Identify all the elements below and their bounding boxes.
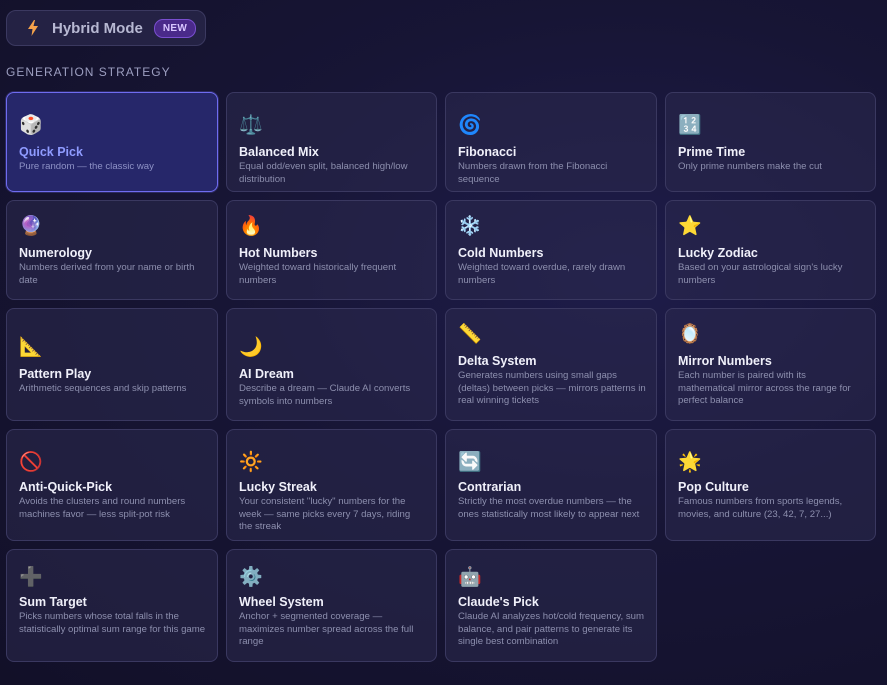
dice-icon: 🎲 bbox=[19, 115, 43, 136]
strategy-card-title: Numerology bbox=[19, 246, 92, 260]
strategy-card-title: Lucky Zodiac bbox=[678, 246, 758, 260]
strategy-card-contrarian[interactable]: 🔄 Contrarian Strictly the most overdue num… bbox=[445, 429, 657, 541]
strategy-card-description: Your consistent "lucky" numbers for the … bbox=[239, 496, 411, 532]
strategy-card-title: Fibonacci bbox=[458, 145, 517, 159]
strategy-card-title: Claude's Pick bbox=[458, 595, 539, 609]
strategy-card-description: Pure random — the classic way bbox=[19, 161, 154, 172]
strategy-card-title: Lucky Streak bbox=[239, 480, 317, 494]
crystal-ball-icon: 🔮 bbox=[19, 216, 43, 237]
strategy-card-description: Arithmetic sequences and skip patterns bbox=[19, 383, 187, 394]
strategy-card-mirror-numbers[interactable]: 🪞 Mirror Numbers Each number is paired wit… bbox=[665, 308, 876, 421]
ruler-icon: 📏 bbox=[458, 324, 482, 345]
strategy-card-anti-quick-pick[interactable]: 🚫 Anti-Quick-Pick Avoids the clusters and … bbox=[6, 429, 218, 541]
hybrid-mode-toggle[interactable]: Hybrid Mode NEW bbox=[6, 10, 206, 46]
strategy-card-ai-dream[interactable]: 🌙 AI Dream Describe a dream — Claude AI co… bbox=[226, 308, 437, 421]
strategy-card-description: Picks numbers whose total falls in the s… bbox=[19, 611, 206, 635]
strategy-card-wheel-system[interactable]: ⚙️ Wheel System Anchor + segmented coverag… bbox=[226, 549, 437, 662]
strategy-card-fibonacci[interactable]: 🌀 Fibonacci Numbers drawn from the Fibonac… bbox=[445, 92, 657, 192]
fire-icon: 🔥 bbox=[239, 216, 263, 237]
strategy-card-pop-culture[interactable]: 🌟 Pop Culture Famous numbers from sports l… bbox=[665, 429, 876, 541]
strategy-card-description: Claude AI analyzes hot/cold frequency, s… bbox=[458, 611, 644, 647]
strategy-card-description: Describe a dream — Claude AI converts sy… bbox=[239, 383, 411, 407]
strategy-card-title: Quick Pick bbox=[19, 145, 83, 159]
strategy-card-title: Cold Numbers bbox=[458, 246, 544, 260]
prohibited-icon: 🚫 bbox=[19, 452, 43, 473]
strategy-card-quick-pick[interactable]: 🎲 Quick Pick Pure random — the classic way bbox=[6, 92, 218, 192]
scales-icon: ⚖️ bbox=[239, 115, 263, 136]
plus-icon: ➕ bbox=[19, 567, 43, 588]
cycle-arrows-icon: 🔄 bbox=[458, 452, 482, 473]
strategy-card-description: Strictly the most overdue numbers — the … bbox=[458, 496, 640, 520]
strategy-card-description: Weighted toward overdue, rarely drawn nu… bbox=[458, 262, 626, 286]
strategy-card-lucky-zodiac[interactable]: ⭐ Lucky Zodiac Based on your astrological … bbox=[665, 200, 876, 300]
triangle-ruler-icon: 📐 bbox=[19, 337, 43, 358]
strategy-card-delta-system[interactable]: 📏 Delta System Generates numbers using sma… bbox=[445, 308, 657, 421]
strategy-card-title: Delta System bbox=[458, 354, 537, 368]
strategy-card-description: Numbers drawn from the Fibonacci sequenc… bbox=[458, 161, 608, 185]
strategy-card-title: Wheel System bbox=[239, 595, 324, 609]
strategy-card-title: Mirror Numbers bbox=[678, 354, 772, 368]
mirror-icon: 🪞 bbox=[678, 324, 702, 345]
star-icon: ⭐ bbox=[678, 216, 702, 237]
strategy-card-description: Famous numbers from sports legends, movi… bbox=[678, 496, 843, 520]
strategy-card-hot-numbers[interactable]: 🔥 Hot Numbers Weighted toward historically… bbox=[226, 200, 437, 300]
gear-icon: ⚙️ bbox=[239, 567, 263, 588]
strategy-card-cold-numbers[interactable]: ❄️ Cold Numbers Weighted toward overdue, r… bbox=[445, 200, 657, 300]
strategy-card-description: Anchor + segmented coverage — maximizes … bbox=[239, 611, 414, 647]
strategy-card-title: Contrarian bbox=[458, 480, 522, 494]
lightning-icon bbox=[25, 18, 41, 38]
spiral-icon: 🌀 bbox=[458, 115, 482, 136]
strategy-card-title: AI Dream bbox=[239, 367, 294, 381]
strategy-card-claude-s-pick[interactable]: 🤖 Claude's Pick Claude AI analyzes hot/col… bbox=[445, 549, 657, 662]
strategy-card-lucky-streak[interactable]: 🔆 Lucky Streak Your consistent "lucky" num… bbox=[226, 429, 437, 541]
strategy-card-title: Hot Numbers bbox=[239, 246, 318, 260]
section-title: GENERATION STRATEGY bbox=[6, 65, 171, 79]
strategy-card-prime-time[interactable]: 🔢 Prime Time Only prime numbers make the c… bbox=[665, 92, 876, 192]
numbers-icon: 🔢 bbox=[678, 115, 702, 136]
strategy-card-description: Avoids the clusters and round numbers ma… bbox=[19, 496, 186, 520]
strategy-card-description: Each number is paired with its mathemati… bbox=[678, 370, 851, 406]
strategy-card-numerology[interactable]: 🔮 Numerology Numbers derived from your nam… bbox=[6, 200, 218, 300]
sun-icon: 🔆 bbox=[239, 452, 263, 473]
strategy-card-title: Anti-Quick-Pick bbox=[19, 480, 113, 494]
strategy-card-sum-target[interactable]: ➕ Sum Target Picks numbers whose total fal… bbox=[6, 549, 218, 662]
strategy-card-description: Generates numbers using small gaps (delt… bbox=[458, 370, 646, 406]
moon-icon: 🌙 bbox=[239, 337, 263, 358]
robot-icon: 🤖 bbox=[458, 567, 482, 588]
strategy-card-title: Pattern Play bbox=[19, 367, 92, 381]
snowflake-icon: ❄️ bbox=[458, 216, 482, 237]
strategy-card-description: Numbers derived from your name or birth … bbox=[19, 262, 195, 286]
strategy-card-description: Equal odd/even split, balanced high/low … bbox=[239, 161, 408, 185]
strategy-card-title: Pop Culture bbox=[678, 480, 749, 494]
strategy-card-description: Based on your astrological sign's lucky … bbox=[678, 262, 843, 286]
strategy-card-title: Balanced Mix bbox=[239, 145, 319, 159]
strategy-card-balanced-mix[interactable]: ⚖️ Balanced Mix Equal odd/even split, bala… bbox=[226, 92, 437, 192]
strategy-card-title: Prime Time bbox=[678, 145, 746, 159]
strategy-card-pattern-play[interactable]: 📐 Pattern Play Arithmetic sequences and sk… bbox=[6, 308, 218, 421]
strategy-card-title: Sum Target bbox=[19, 595, 87, 609]
new-badge: NEW bbox=[153, 18, 197, 38]
strategy-card-description: Weighted toward historically frequent nu… bbox=[239, 262, 397, 286]
glowing-star-icon: 🌟 bbox=[678, 452, 702, 473]
strategy-card-description: Only prime numbers make the cut bbox=[678, 161, 822, 172]
hybrid-mode-label: Hybrid Mode bbox=[52, 19, 143, 37]
